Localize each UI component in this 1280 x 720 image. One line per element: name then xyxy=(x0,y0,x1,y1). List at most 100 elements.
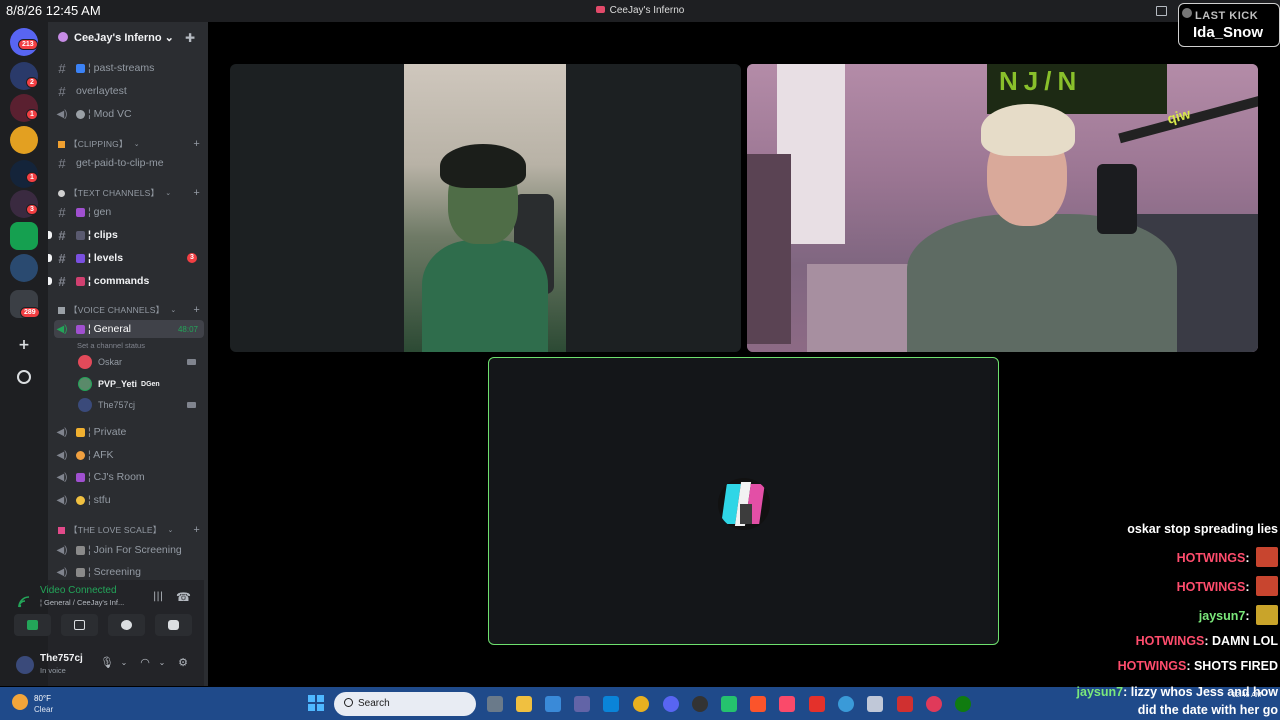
chevron-down-icon[interactable]: ⌄ xyxy=(117,656,131,670)
channel-mod-vc[interactable]: ◀) ¦ Mod VC xyxy=(54,105,204,123)
chat-username: HOTWINGS xyxy=(1176,580,1246,594)
brave-icon[interactable] xyxy=(750,696,766,712)
category-label: 【TEXT CHANNELS】 xyxy=(69,188,160,198)
voice-channel-private[interactable]: ◀) ¦ Private xyxy=(54,423,204,441)
disconnect-icon[interactable]: ☎ xyxy=(176,590,191,604)
create-channel-icon[interactable]: + xyxy=(193,187,200,199)
chat-message: oskar stop spreading lies xyxy=(978,522,1278,536)
xbox-icon[interactable] xyxy=(955,696,971,712)
category-text-channels[interactable]: 【TEXT CHANNELS】 ⌄ + xyxy=(58,186,204,200)
vscode-icon[interactable] xyxy=(545,696,561,712)
video-tile-speaking[interactable] xyxy=(488,357,999,645)
app-icon[interactable] xyxy=(897,696,913,712)
channel-emoji-icon xyxy=(76,324,85,334)
poster-text: NJ/N xyxy=(999,66,1083,96)
user-status: In voice xyxy=(40,666,66,675)
app-icon[interactable] xyxy=(721,696,737,712)
avatar[interactable] xyxy=(16,656,34,674)
speaker-icon: ◀) xyxy=(56,323,68,335)
hammer-emoji-icon xyxy=(58,306,65,314)
create-channel-icon[interactable]: + xyxy=(193,524,200,536)
username[interactable]: The757cj xyxy=(40,653,83,664)
voice-channel-general[interactable]: ◀) ¦ General 48:07 xyxy=(54,320,204,338)
app-icon[interactable] xyxy=(926,696,942,712)
connection-signal-icon[interactable] xyxy=(18,593,30,612)
create-channel-icon[interactable]: + xyxy=(193,304,200,316)
channel-past-streams[interactable]: # ¦ past-streams xyxy=(54,59,204,77)
help-icon[interactable] xyxy=(838,696,854,712)
start-button[interactable] xyxy=(308,695,324,711)
screen-share-button[interactable] xyxy=(61,614,98,636)
discover-icon[interactable] xyxy=(17,370,31,384)
invite-people-icon[interactable]: ✚ xyxy=(185,32,197,44)
speaker-icon: ◀) xyxy=(56,566,68,578)
channel-commands[interactable]: # ¦ commands xyxy=(54,272,204,290)
store-icon[interactable] xyxy=(603,696,619,712)
voice-channel-stfu[interactable]: ◀) ¦ stfu xyxy=(54,491,204,509)
category-clipping[interactable]: 【CLIPPING】 ⌄ + xyxy=(58,137,204,151)
video-tile-streamer[interactable]: NJ/N qiw xyxy=(747,64,1258,352)
channel-gen[interactable]: # ¦ gen xyxy=(54,203,204,221)
file-explorer-icon[interactable] xyxy=(516,696,532,712)
hash-icon: # xyxy=(58,155,66,171)
channel-clips[interactable]: # ¦ clips xyxy=(54,226,204,244)
speaker-icon: ◀) xyxy=(56,471,68,483)
inbox-icon[interactable] xyxy=(1156,6,1167,16)
headphones-icon[interactable]: ◠ xyxy=(138,656,152,670)
category-love-scale[interactable]: 【THE LOVE SCALE】 ⌄ + xyxy=(58,523,204,537)
person-body-shape xyxy=(907,214,1177,352)
taskbar-search[interactable]: Search xyxy=(334,692,476,716)
obs-icon[interactable] xyxy=(692,696,708,712)
channel-status-hint[interactable]: Set a channel status xyxy=(77,341,145,350)
channel-label: ¦ clips xyxy=(88,229,118,241)
voice-channel-afk[interactable]: ◀) ¦ AFK xyxy=(54,446,204,464)
video-emoji-icon xyxy=(76,63,85,73)
voice-member-pvp-yeti[interactable]: PVP_Yeti DGen xyxy=(78,375,202,393)
chrome-icon[interactable] xyxy=(633,696,649,712)
detective-emoji-icon xyxy=(76,545,85,555)
chat-message: HOTWINGS: DAMN LOL xyxy=(1135,634,1278,648)
microphone-icon[interactable]: 🎙 xyxy=(100,656,114,670)
chevron-down-icon[interactable]: ⌄ xyxy=(155,656,169,670)
server-folder[interactable] xyxy=(10,222,38,250)
server-icon[interactable] xyxy=(10,254,38,282)
discord-icon[interactable] xyxy=(663,696,679,712)
voice-member-oskar[interactable]: Oskar xyxy=(78,353,202,371)
camera-icon xyxy=(187,359,196,365)
home-badge: 213 xyxy=(18,39,38,50)
voice-channel-cjs-room[interactable]: ◀) ¦ CJ's Room xyxy=(54,468,204,486)
app-icon[interactable] xyxy=(867,696,883,712)
teams-icon[interactable] xyxy=(574,696,590,712)
app-icon[interactable] xyxy=(809,696,825,712)
windows-logo-icon xyxy=(308,704,315,711)
channel-levels[interactable]: # ¦ levels 3 xyxy=(54,249,204,267)
voice-member-the757cj[interactable]: The757cj xyxy=(78,396,202,414)
gear-icon[interactable]: ⚙ xyxy=(176,656,190,670)
category-label: 【VOICE CHANNELS】 xyxy=(69,305,165,315)
kick-icon xyxy=(1182,8,1192,18)
task-view-icon[interactable] xyxy=(487,696,503,712)
music-icon[interactable] xyxy=(779,696,795,712)
server-icon[interactable] xyxy=(10,126,38,154)
channel-overlaytest[interactable]: # overlaytest xyxy=(54,82,204,100)
voice-location[interactable]: ¦ General / CeeJay's Inf... xyxy=(40,598,124,607)
video-camera-icon xyxy=(27,620,38,630)
headphones-emoji-icon xyxy=(76,109,85,119)
server-name[interactable]: CeeJay's Inferno ⌄ xyxy=(58,31,174,44)
soundboard-icon xyxy=(168,620,179,630)
category-voice-channels[interactable]: 【VOICE CHANNELS】 ⌄ + xyxy=(58,303,204,317)
voice-channel-screening[interactable]: ◀) ¦ Screening xyxy=(54,563,204,581)
camera-button[interactable] xyxy=(14,614,51,636)
chat-message: HOTWINGS: xyxy=(978,576,1278,596)
soundboard-button[interactable] xyxy=(155,614,192,636)
voice-channel-join-for-screening[interactable]: ◀) ¦ Join For Screening xyxy=(54,541,204,559)
activities-button[interactable] xyxy=(108,614,145,636)
video-tile-participant[interactable] xyxy=(230,64,741,352)
channel-get-paid-to-clip-me[interactable]: # get-paid-to-clip-me xyxy=(54,154,204,172)
weather-icon[interactable] xyxy=(12,694,28,710)
noise-suppression-icon[interactable]: ||| xyxy=(153,591,163,602)
speaker-icon: ◀) xyxy=(56,544,68,556)
speaker-icon: ◀) xyxy=(56,108,68,120)
add-server-icon[interactable]: + xyxy=(17,338,31,352)
create-channel-icon[interactable]: + xyxy=(193,138,200,150)
